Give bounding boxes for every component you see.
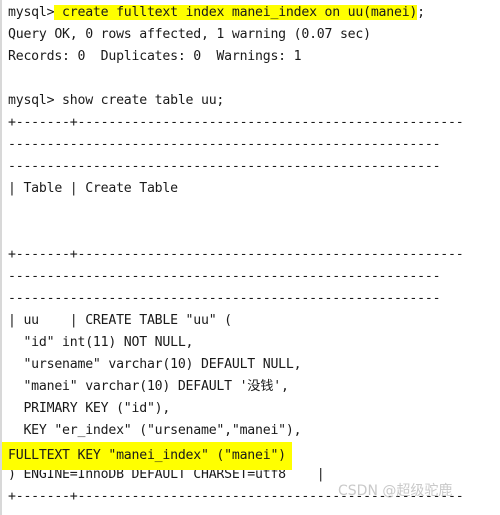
terminal-line-primary-key: PRIMARY KEY ("id"), xyxy=(8,401,171,416)
terminal-line-column-headers: | Table | Create Table xyxy=(8,181,178,196)
terminal-line-query-ok: Query OK, 0 rows affected, 1 warning (0.… xyxy=(8,27,371,42)
terminal-line-records-summary: Records: 0 Duplicates: 0 Warnings: 1 xyxy=(8,49,302,64)
command-terminator: ; xyxy=(417,5,425,20)
terminal-line-separator-bottom-2: ----------------------------------------… xyxy=(8,508,500,515)
highlighted-command-text: create fulltext index manei_index on uu(… xyxy=(54,5,418,20)
terminal-line-create-table-start: | uu | CREATE TABLE "uu" ( xyxy=(8,313,232,328)
terminal-line-key-er-index: KEY "er_index" ("ursename","manei"), xyxy=(8,423,302,438)
terminal-window[interactable]: mysql> create fulltext index manei_index… xyxy=(0,0,500,515)
terminal-line-separator-mid-3: ----------------------------------------… xyxy=(8,291,441,306)
terminal-line-fulltext-key: FULLTEXT KEY "manei_index" ("manei") xyxy=(2,442,500,470)
terminal-line-separator-top-1: +-------+-------------------------------… xyxy=(8,115,464,130)
terminal-line-separator-mid-1: +-------+-------------------------------… xyxy=(8,247,464,262)
shell-prompt: mysql> xyxy=(8,5,55,20)
highlighted-fulltext-key-text: FULLTEXT KEY "manei_index" ("manei") xyxy=(2,442,292,470)
terminal-line-show-create-command: mysql> show create table uu; xyxy=(8,93,225,108)
terminal-line-separator-top-3: ----------------------------------------… xyxy=(8,159,441,174)
terminal-line-column-ursename: "ursename" varchar(10) DEFAULT NULL, xyxy=(8,357,302,372)
terminal-line-separator-top-2: ----------------------------------------… xyxy=(8,137,441,152)
terminal-line-separator-mid-2: ----------------------------------------… xyxy=(8,269,441,284)
terminal-line-column-id: "id" int(11) NOT NULL, xyxy=(8,335,194,350)
terminal-line-separator-bottom-1: +-------+-------------------------------… xyxy=(8,489,464,504)
terminal-line-command: mysql> create fulltext index manei_index… xyxy=(8,2,500,24)
terminal-line-column-manei: "manei" varchar(10) DEFAULT '没钱', xyxy=(8,379,289,394)
